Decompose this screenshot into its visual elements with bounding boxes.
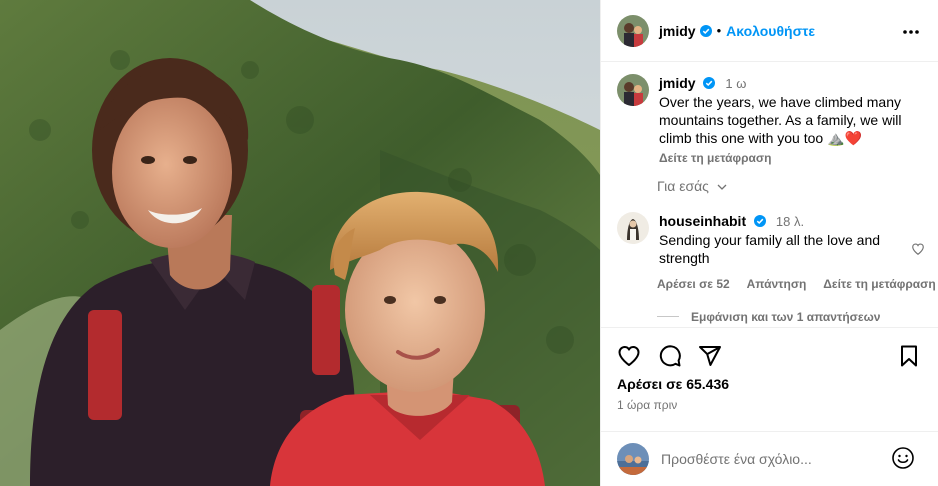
comment-reply-button[interactable]: Απάντηση bbox=[747, 277, 807, 291]
commenter-username[interactable]: houseinhabit bbox=[659, 213, 746, 229]
post-photo[interactable] bbox=[0, 0, 600, 486]
bookmark-icon[interactable] bbox=[897, 344, 921, 368]
caption-translate-link[interactable]: Δείτε τη μετάφραση bbox=[659, 149, 927, 167]
heart-emoji: ❤️ bbox=[844, 130, 862, 146]
header-separator: • bbox=[716, 23, 722, 38]
view-replies-button[interactable]: Εμφάνιση και των 1 απαντήσεων bbox=[657, 310, 880, 324]
comment-like-heart-icon[interactable] bbox=[911, 242, 925, 256]
for-you-label: Για εσάς bbox=[657, 178, 709, 194]
caption-time[interactable]: 1 ω bbox=[725, 76, 746, 91]
replies-divider-line bbox=[657, 316, 679, 317]
for-you-filter[interactable]: Για εσάς bbox=[657, 178, 727, 194]
comment-item: houseinhabit 18 λ. Sending your family a… bbox=[617, 212, 937, 267]
post-side-panel: jmidy • Ακολουθήστε jmidy 1 ω Over the y… bbox=[600, 0, 938, 486]
caption-avatar[interactable] bbox=[617, 74, 649, 106]
commenter-avatar[interactable] bbox=[617, 212, 649, 244]
view-replies-label: Εμφάνιση και των 1 απαντήσεων bbox=[691, 310, 881, 324]
follow-button[interactable]: Ακολουθήστε bbox=[726, 23, 815, 39]
comment-text: Sending your family all the love and str… bbox=[659, 232, 881, 266]
share-icon[interactable] bbox=[698, 344, 722, 368]
smiley-icon[interactable] bbox=[891, 446, 915, 470]
post-likes-count[interactable]: Αρέσει σε 65.436 bbox=[617, 376, 729, 392]
verified-badge-icon bbox=[699, 24, 712, 37]
caption-text: Over the years, we have climbed many mou… bbox=[659, 94, 902, 146]
post-caption: jmidy 1 ω Over the years, we have climbe… bbox=[617, 74, 927, 167]
current-user-avatar bbox=[617, 443, 649, 475]
heart-icon[interactable] bbox=[617, 344, 641, 368]
post-header: jmidy • Ακολουθήστε bbox=[601, 0, 938, 62]
comment-icon[interactable] bbox=[658, 344, 682, 368]
comments-section[interactable]: jmidy 1 ω Over the years, we have climbe… bbox=[601, 62, 938, 327]
verified-badge-icon bbox=[703, 77, 716, 89]
comment-translate-link[interactable]: Δείτε τη μετάφραση bbox=[823, 277, 935, 291]
verified-badge-icon bbox=[754, 215, 767, 227]
caption-username[interactable]: jmidy bbox=[659, 75, 696, 91]
add-comment-bar bbox=[601, 431, 938, 486]
post-timestamp[interactable]: 1 ώρα πριν bbox=[617, 398, 677, 412]
author-username[interactable]: jmidy bbox=[659, 23, 696, 39]
chevron-down-icon bbox=[717, 184, 727, 190]
mountain-emoji: ⛰️ bbox=[827, 130, 845, 146]
post-actions: Αρέσει σε 65.436 1 ώρα πριν bbox=[601, 327, 938, 431]
comment-time[interactable]: 18 λ. bbox=[776, 214, 804, 229]
add-comment-input[interactable] bbox=[661, 451, 881, 467]
comment-actions: Αρέσει σε 52 Απάντηση Δείτε τη μετάφραση bbox=[657, 277, 938, 291]
post-image bbox=[0, 0, 600, 486]
comment-likes-count[interactable]: Αρέσει σε 52 bbox=[657, 277, 730, 291]
instagram-post: jmidy • Ακολουθήστε jmidy 1 ω Over the y… bbox=[0, 0, 938, 486]
author-avatar[interactable] bbox=[617, 14, 649, 47]
more-horizontal-icon[interactable] bbox=[901, 22, 921, 42]
